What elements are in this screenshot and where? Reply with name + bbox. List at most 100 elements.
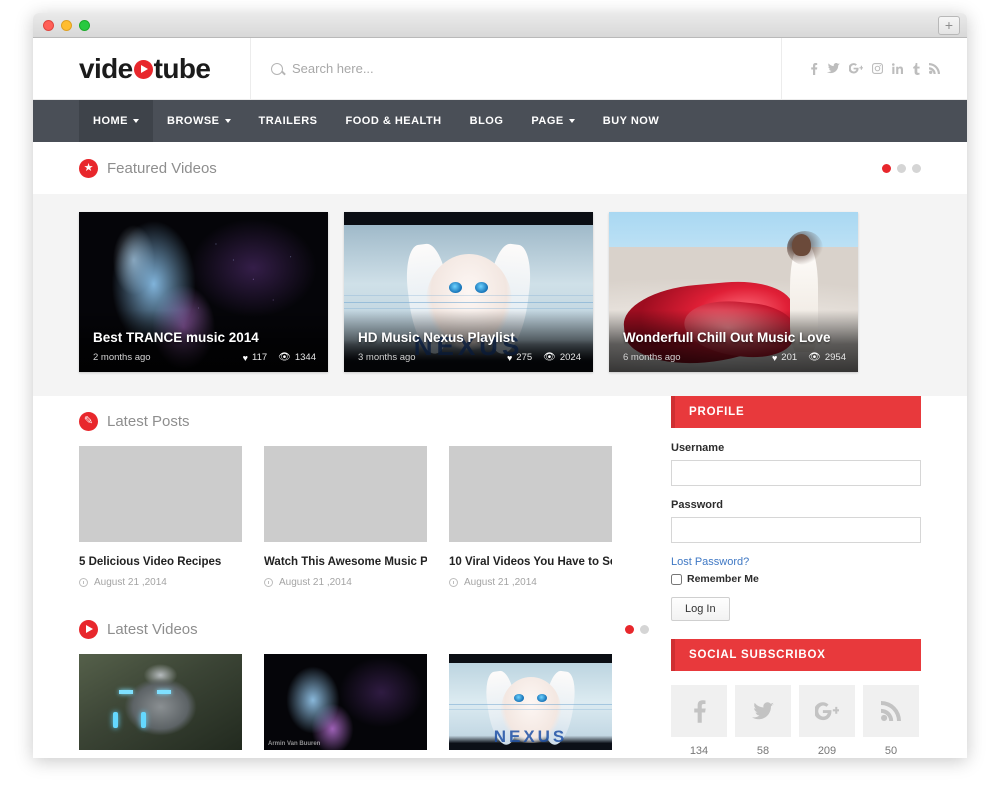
likes-count: 201 — [781, 352, 798, 363]
post-thumbnail[interactable] — [79, 446, 242, 542]
username-label: Username — [671, 442, 725, 454]
browser-window: + vide tube Search here... HOME BROWSE T… — [33, 13, 967, 758]
twitter-icon[interactable] — [826, 63, 840, 74]
featured-card-title: Wonderfull Chill Out Music Love — [623, 330, 831, 345]
video-thumbnail — [79, 654, 242, 750]
google-plus-icon[interactable] — [799, 685, 855, 737]
minimize-window-button[interactable] — [61, 20, 72, 31]
views-count: 2024 — [559, 352, 581, 363]
nav-label: BROWSE — [167, 115, 220, 127]
featured-card-trance[interactable]: Best TRANCE music 2014 2 months ago ♥ 11… — [79, 212, 328, 372]
linkedin-icon[interactable] — [891, 63, 903, 74]
star-badge-icon: ★ — [79, 158, 98, 178]
rss-icon[interactable] — [863, 685, 919, 737]
nav-item-page[interactable]: PAGE — [517, 100, 588, 142]
search-input[interactable] — [292, 61, 612, 76]
post-item[interactable]: Watch This Awesome Music Perfomanc Augus… — [264, 446, 427, 588]
chevron-down-icon — [133, 119, 139, 123]
video-item-mech[interactable] — [79, 654, 242, 750]
password-field[interactable] — [671, 517, 921, 543]
lost-password-link[interactable]: Lost Password? — [671, 556, 921, 568]
remember-me-row[interactable]: Remember Me — [671, 573, 921, 585]
logo-cell: vide tube — [33, 38, 251, 99]
google-plus-icon[interactable] — [848, 63, 863, 74]
video-thumbnail: Armin Van Buuren — [264, 654, 427, 750]
username-field[interactable] — [671, 460, 921, 486]
likes-stat: ♥ 275 — [507, 352, 532, 363]
post-item[interactable]: 5 Delicious Video Recipes August 21 ,201… — [79, 446, 242, 588]
remember-me-checkbox[interactable] — [671, 573, 682, 585]
browser-titlebar: + — [33, 13, 967, 38]
post-date: August 21 ,2014 — [464, 577, 537, 588]
instagram-icon[interactable] — [871, 63, 883, 74]
video-item-smoke[interactable]: Armin Van Buuren — [264, 654, 427, 750]
pager-dot-2[interactable] — [640, 624, 649, 634]
artwork-detail — [157, 690, 171, 694]
profile-widget-body: Username Password Lost Password? Remembe… — [671, 428, 921, 621]
featured-card-title: HD Music Nexus Playlist — [358, 330, 515, 345]
featured-card-chillout[interactable]: Wonderfull Chill Out Music Love 6 months… — [609, 212, 858, 372]
latest-videos-list: Armin Van Buuren NEXUS — [79, 654, 649, 750]
post-title[interactable]: Watch This Awesome Music Perfomanc — [264, 556, 427, 568]
post-title[interactable]: 5 Delicious Video Recipes — [79, 556, 242, 568]
clock-icon — [79, 578, 88, 587]
nav-item-trailers[interactable]: TRAILERS — [245, 100, 332, 142]
twitter-icon[interactable] — [735, 685, 791, 737]
pager-dot-1[interactable] — [882, 163, 891, 173]
nav-label: BLOG — [469, 115, 504, 127]
social-tile-googleplus[interactable]: 209 — [799, 685, 855, 757]
post-thumbnail[interactable] — [449, 446, 612, 542]
featured-card-nexus[interactable]: NEXUS HD Music Nexus Playlist 3 months a… — [344, 212, 593, 372]
featured-videos-title-group: ★ Featured Videos — [79, 158, 217, 178]
views-stat: 👁 2024 — [543, 352, 581, 363]
maximize-window-button[interactable] — [79, 20, 90, 31]
login-button[interactable]: Log In — [671, 597, 730, 621]
heart-icon: ♥ — [771, 352, 778, 363]
social-tile-rss[interactable]: 50 — [863, 685, 919, 757]
pager-dot-2[interactable] — [897, 163, 906, 173]
artwork-credit-text: Armin Van Buuren — [268, 741, 321, 747]
post-thumbnail[interactable] — [264, 446, 427, 542]
post-title[interactable]: 10 Viral Videos You Have to See — [449, 556, 612, 568]
site-logo[interactable]: vide tube — [79, 52, 211, 85]
artwork-detail — [449, 703, 612, 705]
nav-label: FOOD & HEALTH — [345, 115, 442, 127]
artwork-detail — [119, 690, 133, 694]
eye-icon: 👁 — [278, 352, 291, 363]
search-cell — [251, 38, 782, 99]
featured-videos-header: ★ Featured Videos — [33, 142, 967, 194]
nav-item-food-health[interactable]: FOOD & HEALTH — [332, 100, 456, 142]
social-tile-twitter[interactable]: 58 — [735, 685, 791, 757]
tumblr-icon[interactable] — [912, 62, 920, 75]
facebook-icon[interactable] — [810, 62, 818, 75]
latest-videos-title: Latest Videos — [107, 620, 198, 638]
main-navigation: HOME BROWSE TRAILERS FOOD & HEALTH BLOG … — [33, 100, 967, 142]
latest-posts-header: ✎ Latest Posts — [79, 396, 649, 446]
follower-count: 58 — [756, 745, 770, 757]
social-subscribox-widget: SOCIAL SUBSCRIBOX 134 58 209 50 — [671, 639, 921, 757]
logo-text-first: vide — [79, 52, 133, 84]
facebook-icon[interactable] — [671, 685, 727, 737]
close-window-button[interactable] — [43, 20, 54, 31]
new-tab-button[interactable]: + — [938, 16, 960, 35]
clock-icon — [449, 578, 458, 587]
nav-item-home[interactable]: HOME — [79, 100, 153, 142]
profile-widget: PROFILE Username Password Lost Password?… — [671, 396, 921, 621]
header-social-links — [782, 38, 967, 99]
video-item-nexus[interactable]: NEXUS — [449, 654, 612, 750]
latest-videos-header: Latest Videos — [79, 604, 649, 654]
window-controls — [43, 20, 90, 31]
post-date-group: August 21 ,2014 — [264, 577, 427, 588]
play-badge-icon — [79, 619, 98, 639]
pager-dot-3[interactable] — [912, 163, 921, 173]
follower-count: 50 — [884, 745, 898, 757]
nav-item-buy-now[interactable]: BUY NOW — [589, 100, 673, 142]
nav-label: TRAILERS — [258, 115, 318, 127]
post-item[interactable]: 10 Viral Videos You Have to See August 2… — [449, 446, 612, 588]
social-tile-facebook[interactable]: 134 — [671, 685, 727, 757]
post-date: August 21 ,2014 — [279, 577, 352, 588]
pager-dot-1[interactable] — [625, 624, 634, 634]
rss-icon[interactable] — [928, 63, 940, 74]
nav-item-blog[interactable]: BLOG — [456, 100, 518, 142]
nav-item-browse[interactable]: BROWSE — [153, 100, 245, 142]
